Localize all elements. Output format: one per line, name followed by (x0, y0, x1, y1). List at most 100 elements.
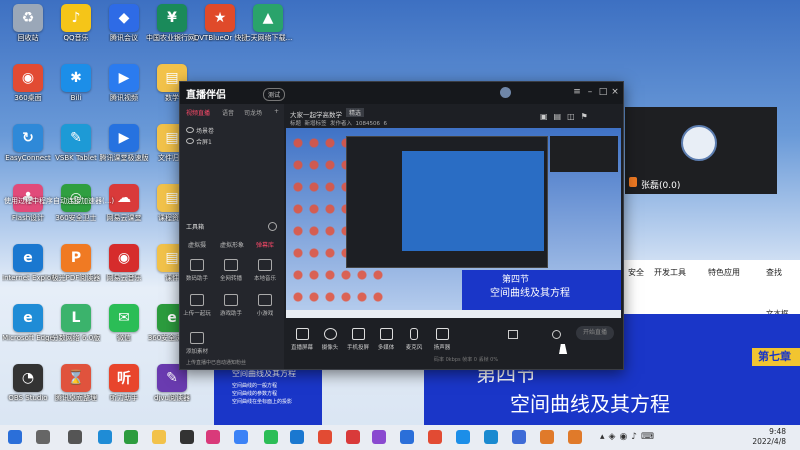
desktop-icon[interactable]: ✱ Bili (50, 62, 102, 118)
record-icon[interactable] (508, 330, 518, 339)
minimize-icon[interactable]: – (585, 87, 595, 97)
microphone-button[interactable]: 麦克风 (400, 328, 428, 351)
screen-capture-button[interactable]: 直播屏幕 (288, 328, 316, 351)
terminal-icon[interactable] (180, 430, 194, 444)
app-icon[interactable] (428, 430, 442, 444)
scene-item[interactable]: 场景卷 (196, 126, 214, 135)
edge-icon[interactable] (98, 430, 112, 444)
app-icon[interactable] (346, 430, 360, 444)
desktop-icon[interactable]: ⌛ 腾讯桌面整理 (50, 362, 102, 418)
tool-button[interactable]: 全网转播 (216, 259, 246, 285)
close-icon[interactable]: × (610, 87, 620, 97)
desktop-icon[interactable]: P 极光PDF阅读器 (50, 242, 102, 298)
tool-tab[interactable]: 虚拟形象 (220, 240, 244, 249)
desktop-icon-label: Internet Explorer (2, 274, 54, 282)
app-icon: ▶ (109, 64, 139, 92)
app-icon: P (61, 244, 91, 272)
app-titlebar[interactable]: 直播伴侣 测试 ≡ – □ × (180, 82, 623, 104)
app-icon[interactable] (290, 430, 304, 444)
start-icon[interactable] (8, 430, 22, 444)
app-icon[interactable] (456, 430, 470, 444)
desktop-icon[interactable]: ♪ QQ音乐 (50, 2, 102, 58)
desktop-icon[interactable]: ▲ 七天网络下载... (242, 2, 294, 58)
stream-title[interactable]: 大家一起学高数学 (290, 109, 342, 119)
menu-icon[interactable]: ≡ (572, 87, 582, 97)
title-tag[interactable]: 精选 (346, 108, 365, 117)
desktop-icon[interactable]: ¥ 中国农业银行网上银行... (146, 2, 198, 58)
desktop-icon[interactable]: e Microsoft Edge (2, 302, 54, 358)
tab-voice[interactable]: 语音 (222, 108, 234, 117)
add-icon[interactable]: + (274, 108, 279, 115)
desktop-icon[interactable]: e Internet Explorer (2, 242, 54, 298)
live-streaming-app-window[interactable]: 直播伴侣 测试 ≡ – □ × 视频直播 语音 司龙场 + 场景卷 合屏1 工具… (179, 81, 624, 370)
settings-icon[interactable] (552, 330, 561, 339)
desktop-icon[interactable]: ✉ 微信 (98, 302, 150, 358)
desktop-icon[interactable]: ◉ 网易云音乐 (98, 242, 150, 298)
pen-icon[interactable] (234, 430, 248, 444)
tool-tab[interactable]: 弹幕库 (256, 240, 274, 249)
desktop-icon[interactable]: L 分数网络 6.0版 (50, 302, 102, 358)
start-live-button[interactable]: 开始直播 (576, 326, 614, 340)
desktop-icon-label: 网易云课堂 (106, 214, 142, 222)
desktop-icon[interactable]: ★ DVTBlueOr 快捷方式 (194, 2, 246, 58)
ribbon-tab-developer[interactable]: 开发工具 (654, 267, 686, 278)
desktop-icon[interactable]: ✎ djvu阅读器 (146, 362, 198, 418)
tab-video-live[interactable]: 视频直播 (186, 108, 210, 117)
user-avatar-icon[interactable] (500, 87, 511, 98)
app-icon[interactable] (540, 430, 554, 444)
desktop-icon[interactable]: ◉ 360桌面 (2, 62, 54, 118)
search-icon[interactable] (36, 430, 50, 444)
clock[interactable]: 9:48 2022/4/8 (752, 427, 786, 447)
onenote-icon[interactable] (372, 430, 386, 444)
tool-button[interactable]: 小游戏 (250, 294, 280, 320)
desktop-icon[interactable]: ♻ 回收站 (2, 2, 54, 58)
ribbon-find[interactable]: 查找 (766, 267, 782, 278)
desktop-icon[interactable]: ◎ 360安全卫士 (50, 182, 102, 238)
app-logo: 直播伴侣 (186, 90, 226, 101)
add-material-button[interactable]: 添加素材 (182, 332, 212, 358)
app-icon[interactable] (512, 430, 526, 444)
folder-icon[interactable] (152, 430, 166, 444)
ribbon-tab-features[interactable]: 特色应用 (708, 267, 740, 278)
tool-tab[interactable]: 虚拟摄 (188, 240, 206, 249)
version-badge[interactable]: 测试 (263, 88, 286, 101)
tool-button[interactable]: 数码助手 (182, 259, 212, 285)
phone-cast-button[interactable]: 手机投屏 (344, 328, 372, 351)
media-button[interactable]: 多媒体 (372, 328, 400, 351)
desktop-icon[interactable]: ✎ VSBK Tablet (50, 122, 102, 178)
stream-stats: 码率 0kbps 帧率 0 丢帧 0% (434, 357, 499, 363)
scene-item[interactable]: 合屏1 (196, 137, 212, 146)
app-icon[interactable] (400, 430, 414, 444)
desktop-icon[interactable]: ☁ 网易云课堂 (98, 182, 150, 238)
app-icon[interactable] (206, 430, 220, 444)
ribbon-tab-security[interactable]: 安全 (628, 267, 644, 278)
desktop-icon[interactable]: ◆ 腾讯会议 (98, 2, 150, 58)
app-icon[interactable] (318, 430, 332, 444)
app-icon[interactable] (484, 430, 498, 444)
tool-button[interactable]: 上传一起玩 (182, 294, 212, 320)
desktop-icon-label: 极光PDF阅读器 (51, 274, 101, 282)
desktop-icon[interactable]: ◔ OBS Studio (2, 362, 54, 418)
task-view-icon[interactable] (68, 430, 82, 444)
desktop-icon[interactable]: ♣ Flash设计 (2, 182, 54, 238)
desktop-icon[interactable]: ↻ EasyConnect (2, 122, 54, 178)
live-preview[interactable]: 第四节 空间曲线及其方程 (286, 128, 621, 318)
app-icon[interactable] (568, 430, 582, 444)
app-icon[interactable] (264, 430, 278, 444)
desktop-icon[interactable]: ▶ 腾讯视频 (98, 62, 150, 118)
toolbox-settings-icon[interactable] (268, 222, 277, 231)
camera-button[interactable]: 摄像头 (316, 328, 344, 351)
eye-icon[interactable] (186, 127, 194, 133)
desktop-icon[interactable]: ▶ 腾讯课堂极速版 (98, 122, 150, 178)
browser-icon[interactable] (124, 430, 138, 444)
camera-preview-window[interactable]: 张磊(0.0) (625, 107, 777, 194)
maximize-icon[interactable]: □ (598, 87, 608, 97)
speaker-button[interactable]: 扬声器 (428, 328, 456, 351)
tool-button[interactable]: 本地音乐 (250, 259, 280, 285)
eye-icon[interactable] (186, 138, 194, 144)
tool-button[interactable]: 游戏助手 (216, 294, 246, 320)
tray-icons[interactable]: ▴◈◉♪⌨ (600, 432, 658, 442)
desktop-icon[interactable]: 听听力助手 (98, 362, 150, 418)
tab-other[interactable]: 司龙场 (244, 108, 262, 117)
app-icon: ♻ (13, 4, 43, 32)
